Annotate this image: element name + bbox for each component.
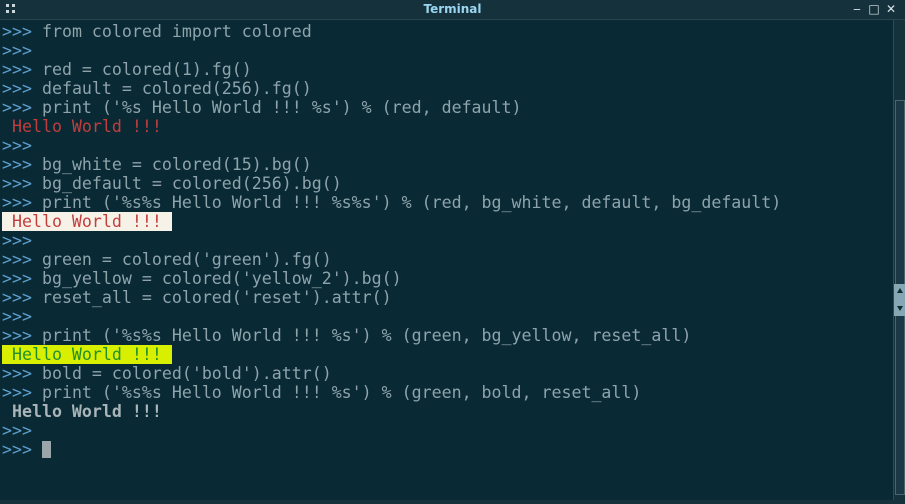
command-text: bold = colored('bold').attr(): [31, 364, 332, 383]
prompt: >>>: [2, 383, 32, 402]
terminal-input-line: >>> default = colored(256).fg(): [2, 79, 312, 98]
terminal-input-line: >>> bg_yellow = colored('yellow_2').bg(): [2, 269, 402, 288]
prompt: >>>: [2, 22, 32, 41]
terminal-input-line: >>> print ('%s Hello World !!! %s') % (r…: [2, 98, 522, 117]
terminal-window: Terminal ‒ □ ✕ >>> from colored import c…: [0, 0, 905, 504]
terminal-input-line: >>>: [2, 307, 32, 326]
command-text: [32, 440, 42, 459]
terminal-output-line: Hello World !!!: [2, 212, 172, 231]
command-text: bg_yellow = colored('yellow_2').bg(): [31, 269, 402, 288]
prompt: >>>: [2, 193, 32, 212]
prompt: >>>: [2, 174, 32, 193]
scrollbar[interactable]: [893, 20, 905, 500]
terminal-output-line: Hello World !!!: [2, 345, 172, 364]
minimize-button[interactable]: ‒: [850, 2, 864, 16]
terminal-input-line: >>> from colored import colored: [2, 22, 312, 41]
command-text: bg_white = colored(15).bg(): [31, 155, 312, 174]
terminal-input-line: >>>: [2, 41, 32, 60]
close-button[interactable]: ✕: [884, 2, 898, 16]
output-text: Hello World !!!: [2, 212, 172, 231]
scroll-up-arrow-icon: [897, 288, 903, 293]
output-text: Hello World !!!: [2, 345, 172, 364]
maximize-button[interactable]: □: [867, 2, 881, 16]
terminal-output-line: Hello World !!!: [2, 402, 162, 421]
command-text: print ('%s%s Hello World !!! %s%s') % (r…: [31, 193, 782, 212]
command-text: reset_all = colored('reset').attr(): [31, 288, 392, 307]
command-text: default = colored(256).fg(): [31, 79, 312, 98]
window-title: Terminal: [423, 2, 482, 16]
prompt: >>>: [2, 155, 32, 174]
terminal-input-line: >>> green = colored('green').fg(): [2, 250, 332, 269]
terminal-input-line: >>> bg_default = colored(256).bg(): [2, 174, 342, 193]
window-bottom-border: [0, 500, 905, 504]
text-cursor: [41, 441, 51, 458]
prompt: >>>: [2, 231, 32, 250]
command-text: print ('%s%s Hello World !!! %s') % (gre…: [31, 383, 642, 402]
terminal-input-line: >>> print ('%s%s Hello World !!! %s') % …: [2, 383, 641, 402]
terminal-output[interactable]: >>> from colored import colored >>> >>> re…: [0, 20, 893, 500]
prompt: >>>: [2, 307, 32, 326]
command-text: print ('%s%s Hello World !!! %s') % (gre…: [31, 326, 692, 345]
scroll-down-arrow-icon: [897, 306, 903, 311]
output-text: Hello World !!!: [2, 117, 162, 136]
terminal-input-line: >>>: [2, 231, 32, 250]
prompt: >>>: [2, 136, 32, 155]
terminal-input-line: >>>: [2, 440, 51, 459]
prompt: >>>: [2, 288, 32, 307]
terminal-input-line: >>> red = colored(1).fg(): [2, 60, 252, 79]
terminal-input-line: >>> reset_all = colored('reset').attr(): [2, 288, 392, 307]
terminal-output-line: Hello World !!!: [2, 117, 162, 136]
terminal-input-line: >>>: [2, 421, 32, 440]
prompt: >>>: [2, 250, 32, 269]
command-text: from colored import colored: [31, 22, 312, 41]
terminal-input-line: >>> bg_white = colored(15).bg(): [2, 155, 312, 174]
command-text: green = colored('green').fg(): [31, 250, 332, 269]
terminal-input-line: >>> bold = colored('bold').attr(): [2, 364, 332, 383]
command-text: print ('%s Hello World !!! %s') % (red, …: [31, 98, 522, 117]
terminal-input-line: >>> print ('%s%s Hello World !!! %s%s') …: [2, 193, 781, 212]
prompt: >>>: [2, 269, 32, 288]
terminal-input-line: >>>: [2, 136, 32, 155]
prompt: >>>: [2, 326, 32, 345]
prompt: >>>: [2, 98, 32, 117]
output-text: Hello World !!!: [2, 402, 162, 421]
terminal-input-line: >>> print ('%s%s Hello World !!! %s') % …: [2, 326, 691, 345]
title-bar[interactable]: Terminal ‒ □ ✕: [0, 0, 905, 20]
command-text: red = colored(1).fg(): [31, 60, 252, 79]
prompt: >>>: [2, 41, 32, 60]
scroll-grip-icon[interactable]: [894, 284, 905, 316]
prompt: >>>: [2, 421, 32, 440]
prompt: >>>: [2, 364, 32, 383]
prompt: >>>: [2, 79, 32, 98]
prompt: >>>: [2, 440, 32, 459]
command-text: bg_default = colored(256).bg(): [31, 174, 342, 193]
prompt: >>>: [2, 60, 32, 79]
